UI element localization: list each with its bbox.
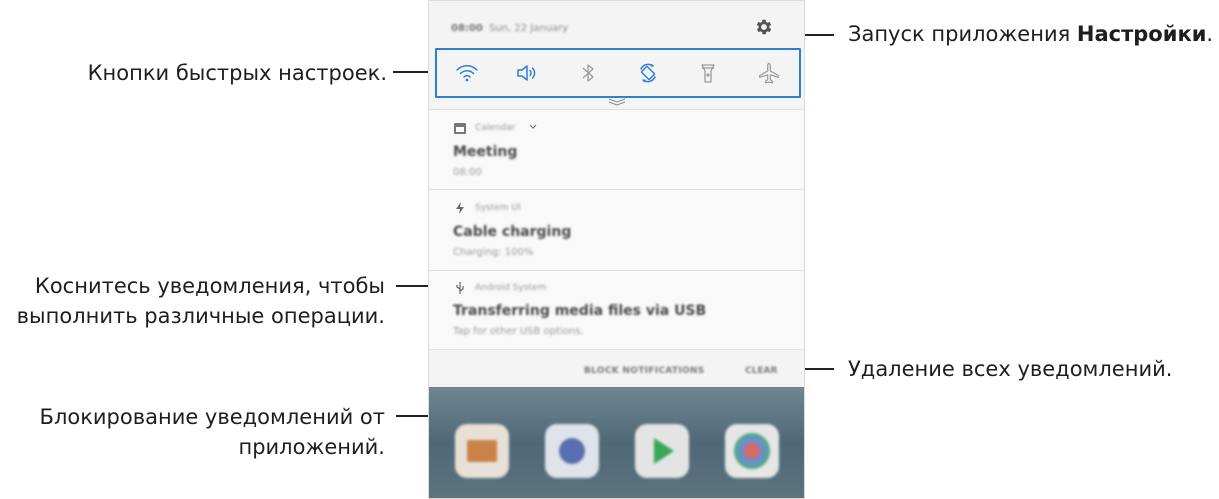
callout-notification-line2: выполнить различные операции. (16, 304, 385, 328)
status-date: Sun, 22 January (489, 23, 569, 34)
notification-subtitle: Charging: 100% (453, 247, 534, 258)
notification-calendar[interactable]: Calendar Meeting 08:00 (429, 109, 804, 190)
callout-block-line2: приложений. (238, 435, 385, 459)
notification-app-name: System UI (475, 203, 521, 213)
callout-settings-bold: Настройки (1076, 22, 1207, 46)
callout-notification-line1: Коснитесь уведомления, чтобы (34, 274, 385, 298)
home-screen-background (429, 387, 804, 498)
camera-app-icon[interactable] (545, 424, 599, 478)
flashlight-icon[interactable] (696, 61, 720, 85)
notification-title: Cable charging (453, 224, 572, 240)
callout-settings-suffix: . (1206, 22, 1214, 46)
callout-settings-prefix: Запуск приложения (848, 22, 1077, 46)
callout-quick-settings-line (393, 71, 433, 73)
notification-app-name: Calendar (475, 123, 516, 133)
google-folder-icon[interactable] (725, 424, 779, 478)
notification-subtitle: Tap for other USB options. (453, 326, 584, 337)
status-bar: 08:00 Sun, 22 January (429, 1, 804, 46)
notification-title: Transferring media files via USB (453, 303, 707, 319)
notification-charging[interactable]: System UI Cable charging Charging: 100% (429, 189, 804, 271)
notification-panel: 08:00 Sun, 22 January Calendar Meeting 0… (428, 0, 805, 499)
bluetooth-icon[interactable] (576, 61, 600, 85)
callout-quick-settings: Кнопки быстрых настроек. (87, 61, 387, 85)
email-app-icon[interactable] (455, 424, 509, 478)
sound-icon[interactable] (515, 61, 539, 85)
notification-app-name: Android System (475, 283, 547, 293)
calendar-icon (454, 123, 466, 134)
usb-icon (456, 282, 464, 294)
callout-clear: Удаление всех уведомлений. (848, 357, 1173, 381)
callout-block-line1: Блокирование уведомлений от (39, 405, 385, 429)
block-notifications-button[interactable]: BLOCK NOTIFICATIONS (584, 366, 705, 376)
wifi-icon[interactable] (455, 61, 479, 85)
notification-subtitle: 08:00 (453, 167, 482, 178)
notification-usb[interactable]: Android System Transferring media files … (429, 270, 804, 350)
lightning-icon (456, 202, 464, 214)
status-time: 08:00 (451, 23, 483, 34)
auto-rotate-icon[interactable] (636, 61, 660, 85)
callout-settings: Запуск приложения Настройки. (848, 19, 1213, 49)
gear-icon[interactable] (754, 17, 774, 37)
callout-notification: Коснитесь уведомления, чтобы выполнить р… (17, 271, 385, 331)
notification-actions: BLOCK NOTIFICATIONS CLEAR (429, 349, 804, 388)
callout-block: Блокирование уведомлений от приложений. (40, 402, 385, 462)
airplane-mode-icon[interactable] (757, 61, 781, 85)
quick-settings-row (435, 48, 801, 98)
chevron-down-icon[interactable] (607, 97, 627, 107)
play-store-app-icon[interactable] (635, 424, 689, 478)
clear-button[interactable]: CLEAR (745, 366, 777, 376)
notification-title: Meeting (453, 144, 518, 160)
chevron-down-icon[interactable] (529, 123, 537, 131)
